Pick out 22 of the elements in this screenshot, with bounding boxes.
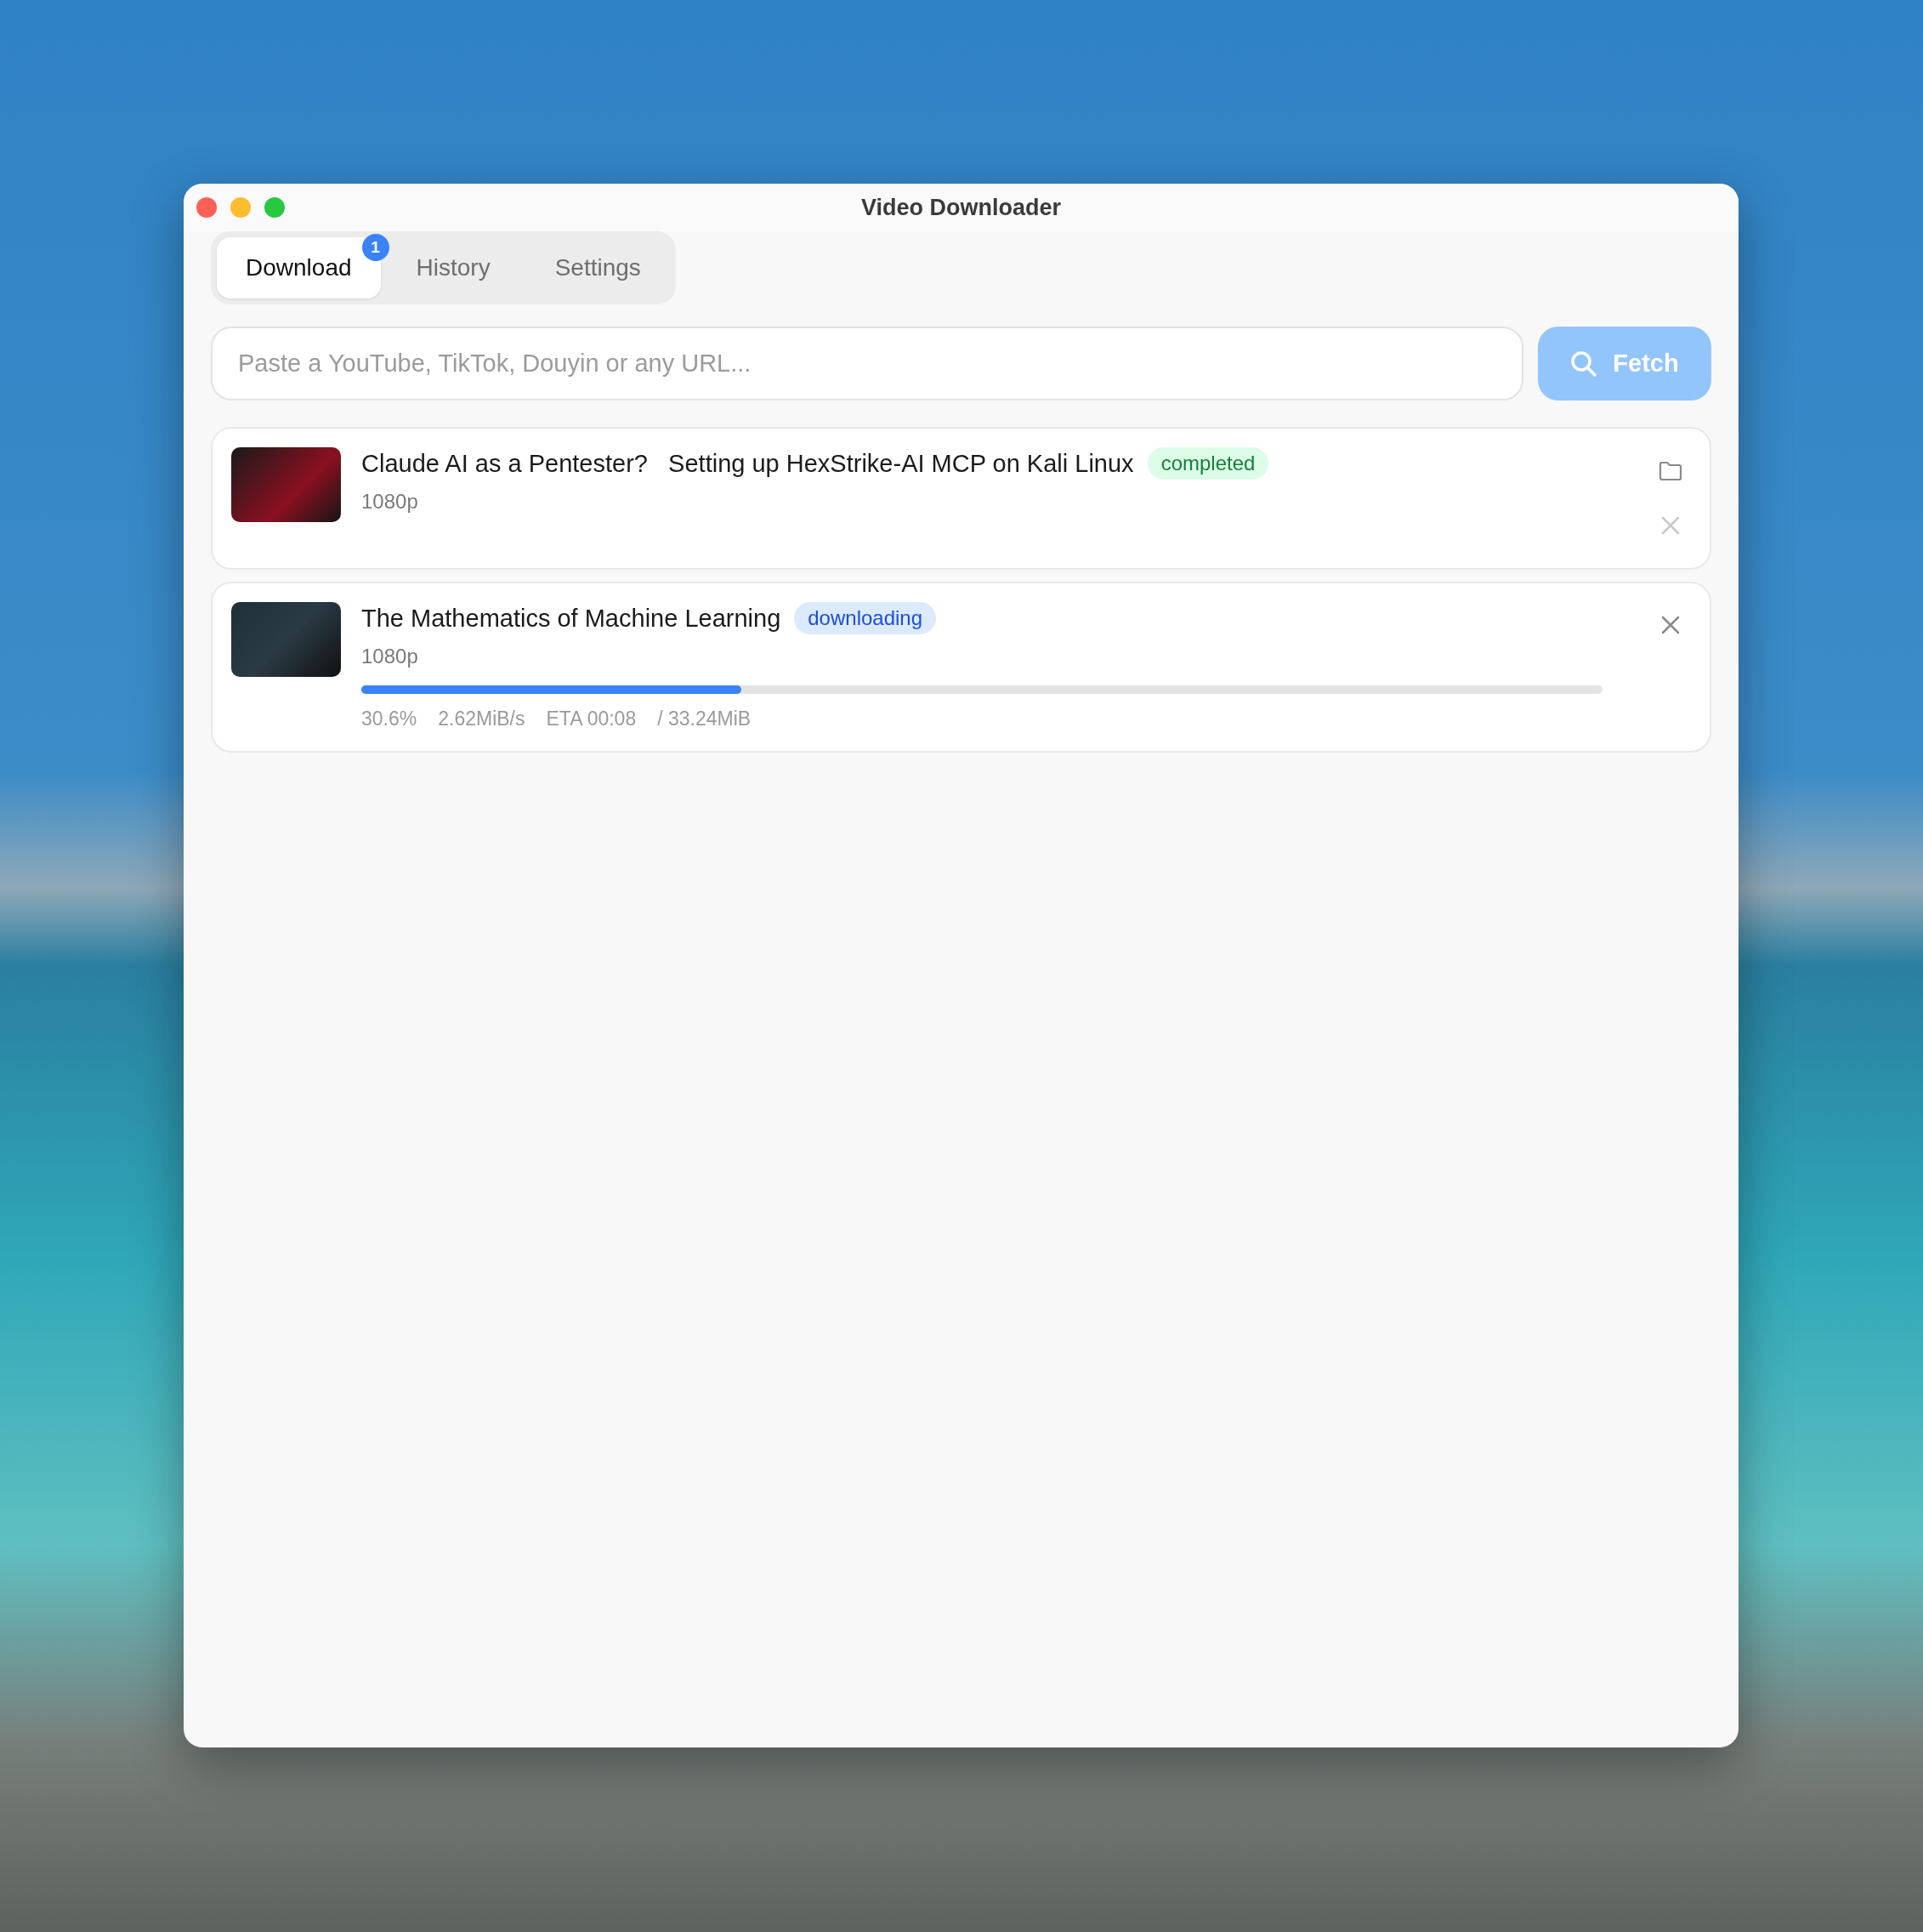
download-stat: / 33.24MiB <box>657 707 752 730</box>
zoom-window-button[interactable] <box>264 197 285 218</box>
video-quality: 1080p <box>361 490 419 514</box>
status-tag: completed <box>1147 447 1269 480</box>
close-window-button[interactable] <box>196 197 217 218</box>
tab[interactable]: Settings <box>525 237 670 298</box>
download-stat: 2.62MiB/s <box>438 707 525 730</box>
download-stat: ETA 00:08 <box>546 707 637 730</box>
video-title: The Mathematics of Machine Learning <box>361 604 781 633</box>
close-icon <box>1661 516 1680 535</box>
url-field[interactable]: Paste a YouTube, TikTok, Douyin or any URL... <box>211 327 1523 401</box>
download-stat: 30.6% <box>361 707 417 730</box>
count-badge: 1 <box>361 234 389 261</box>
close-icon <box>1661 616 1680 634</box>
status-tag: downloading <box>794 602 937 634</box>
tab[interactable]: History <box>387 237 519 298</box>
folder-icon <box>1659 461 1682 481</box>
window-title: Video Downloader <box>860 194 1061 221</box>
search-icon <box>1570 349 1598 378</box>
video-quality: 1080p <box>361 645 419 668</box>
minimize-window-button[interactable] <box>230 197 251 218</box>
video-title: Claude AI as a Pentester? Setting up HexStrike-AI MCP on Kali Linux <box>361 449 1134 478</box>
